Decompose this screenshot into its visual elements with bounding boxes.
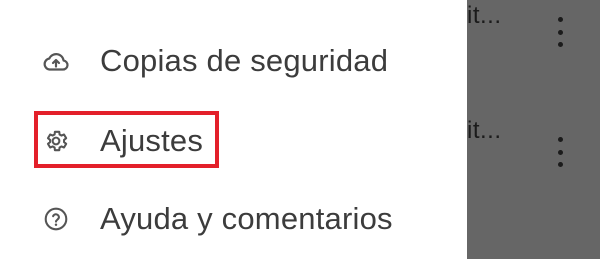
gear-icon <box>42 127 70 155</box>
cloud-upload-icon <box>42 47 70 75</box>
menu-item-label: Ajustes <box>100 123 204 158</box>
menu-item-backups[interactable]: Copias de seguridad <box>0 31 467 91</box>
help-circle-icon <box>42 205 70 233</box>
navigation-drawer: Copias de seguridad Ajustes Ayuda y come… <box>0 0 467 259</box>
background-row-title: it... <box>467 2 502 29</box>
menu-item-label: Copias de seguridad <box>100 43 389 78</box>
menu-item-settings[interactable]: Ajustes <box>0 111 467 171</box>
menu-item-help-feedback[interactable]: Ayuda y comentarios <box>0 189 467 249</box>
screen: it... it... Copias de seguridad Ajustes <box>0 0 600 259</box>
more-options-icon[interactable] <box>556 17 564 47</box>
more-options-icon[interactable] <box>556 137 564 167</box>
menu-item-label: Ayuda y comentarios <box>100 201 393 236</box>
background-row-title: it... <box>467 117 502 144</box>
